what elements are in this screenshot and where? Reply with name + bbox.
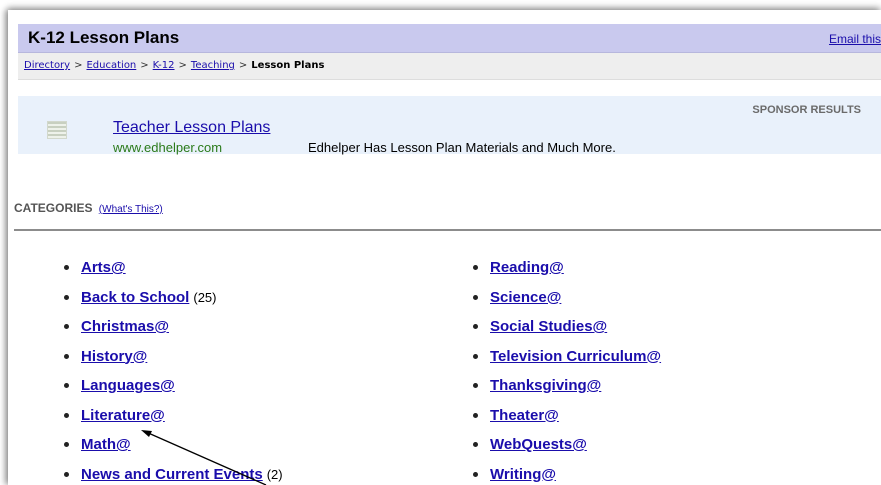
pointer-arrow-icon	[141, 430, 267, 485]
